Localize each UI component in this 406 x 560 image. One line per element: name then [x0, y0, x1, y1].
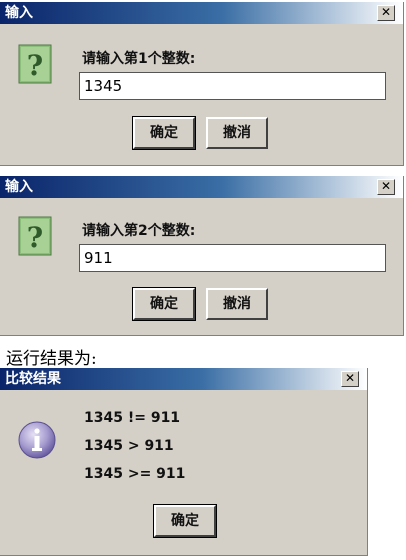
- ok-button[interactable]: 确定: [153, 504, 217, 538]
- close-icon[interactable]: ✕: [341, 371, 359, 387]
- titlebar[interactable]: 比较结果 ✕: [0, 368, 367, 390]
- question-icon: ?: [18, 216, 52, 256]
- cancel-button[interactable]: 撤消: [206, 117, 268, 149]
- result-line: 1345 >= 911: [84, 466, 186, 482]
- close-icon[interactable]: ✕: [377, 179, 395, 195]
- integer-input[interactable]: 1345: [79, 72, 386, 100]
- result-caption: 运行结果为:: [6, 349, 97, 369]
- integer-input[interactable]: 911: [79, 244, 386, 272]
- titlebar[interactable]: 输入 ✕: [0, 2, 403, 24]
- input-dialog-1: 输入 ✕ ? 请输入第1个整数: 1345 确定 撤消: [0, 2, 404, 166]
- prompt-label: 请输入第1个整数:: [82, 51, 196, 67]
- ok-button[interactable]: 确定: [132, 116, 196, 150]
- cancel-button[interactable]: 撤消: [206, 288, 268, 320]
- svg-text:?: ?: [27, 221, 43, 254]
- close-icon[interactable]: ✕: [377, 5, 395, 21]
- window-title: 比较结果: [5, 371, 61, 387]
- titlebar[interactable]: 输入 ✕: [0, 176, 403, 198]
- svg-text:?: ?: [27, 49, 43, 82]
- question-icon: ?: [18, 44, 52, 84]
- info-icon: [18, 421, 56, 459]
- input-dialog-2: 输入 ✕ ? 请输入第2个整数: 911 确定 撤消: [0, 176, 404, 336]
- result-line: 1345 > 911: [84, 438, 174, 454]
- ok-button[interactable]: 确定: [132, 287, 196, 321]
- window-title: 输入: [5, 179, 33, 195]
- result-line: 1345 != 911: [84, 410, 181, 426]
- window-title: 输入: [5, 5, 33, 21]
- result-dialog: 比较结果 ✕ 1345 != 911 1345 > 911 1345 >= 91…: [0, 368, 368, 556]
- prompt-label: 请输入第2个整数:: [82, 223, 196, 239]
